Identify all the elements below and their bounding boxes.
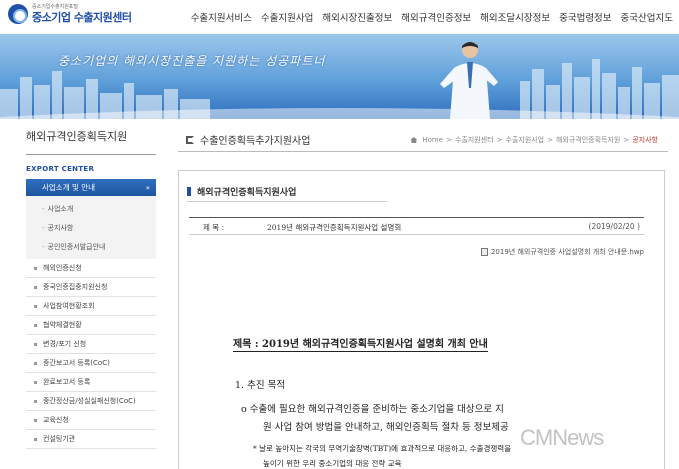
sidebar-item-china-cert-apply[interactable]: 중국인증집중지원신청 [26, 278, 156, 297]
nav-item-certification[interactable]: 해외규격인증정보 [401, 10, 471, 24]
submenu-item-label: 사업소개 [47, 204, 74, 213]
content-header: 수출인증획득추가지원사업 Home > 수출지원센터 > 수출지원사업 > 해외… [178, 130, 668, 152]
divider [187, 201, 387, 202]
sidebar-item-overseas-cert-apply[interactable]: 해외인증신청 [26, 259, 156, 278]
page-title-text: 수출인증획득추가지원사업 [200, 136, 311, 147]
top-bar: 중소기업수출지원포털 중소기업 수출지원센터 수출지원서비스 수출지원사업 해외… [0, 0, 679, 34]
attachment-filename: 2019년 해외규격인증 사업설명회 개최 안내문.hwp [490, 248, 644, 256]
sidebar-item-consulting[interactable]: 컨설팅기관 [26, 430, 156, 449]
subject-label: 제 목 : [203, 223, 225, 232]
home-icon [410, 137, 418, 143]
sidebar-item-label: 변경/포기 신청 [43, 340, 87, 348]
sidebar-item-participation-status[interactable]: 사업참여현황조회 [26, 297, 156, 316]
sidebar-item-label: 사업참여현황조회 [43, 302, 95, 310]
sidebar-item-interim-report[interactable]: 중간보고서 등록(CoC) [26, 354, 156, 373]
nav-item-china-industry-map[interactable]: 중국산업지도 [621, 10, 673, 24]
nav-item-overseas-market[interactable]: 해외시장진출정보 [322, 10, 392, 24]
breadcrumb-current: 공지사항 [632, 136, 658, 144]
document-paragraph: 원 사업 참여 방법을 안내하고, 해외인증획득 절차 등 정보제공 [263, 422, 509, 433]
sidebar-item-label: 컨설팅기관 [43, 435, 76, 443]
post-subject: 2019년 해외규격인증획득지원사업 설명회 [267, 223, 402, 232]
submenu-item-notices[interactable]: - 공지사항 [26, 218, 156, 237]
global-nav: 수출지원서비스 수출지원사업 해외시장진출정보 해외규격인증정보 해외조달시장정… [191, 10, 673, 24]
sidebar-item-program-intro[interactable]: 사업소개 및 안내 » [26, 179, 156, 196]
logo-title: 중소기업 수출지원센터 [32, 11, 132, 24]
nav-item-china-law[interactable]: 중국법령정보 [559, 10, 611, 24]
sidebar-subtitle: EXPORT CENTER [26, 165, 95, 173]
sidebar-item-label: 교육신청 [43, 416, 69, 424]
sidebar-item-label: 중국인증집중지원신청 [43, 283, 108, 291]
file-icon [480, 248, 488, 256]
page-title: 수출인증획득추가지원사업 [186, 132, 310, 147]
sidebar-item-label: 사업소개 및 안내 [42, 183, 96, 192]
breadcrumb: Home > 수출지원센터 > 수출지원사업 > 해외규격인증획득지원 > 공지… [410, 135, 658, 145]
bullet-icon [34, 285, 37, 289]
breadcrumb-item[interactable]: 해외규격인증획득지원 [556, 135, 620, 145]
sidebar-item-training[interactable]: 교육신청 [26, 411, 156, 430]
document-note: 높이기 위한 우리 중소기업의 대응 전략 교육 [263, 459, 402, 468]
submenu-item-label: 공지사항 [47, 223, 74, 232]
submenu-item-program-overview[interactable]: - 사업소개 [26, 199, 156, 218]
bullet-icon [34, 342, 37, 346]
sidebar-item-label: 중간보고서 등록(CoC) [43, 359, 110, 367]
site-logo[interactable]: 중소기업수출지원포털 중소기업 수출지원센터 [8, 4, 132, 24]
bullet-icon [34, 323, 37, 327]
post-subject-row: 제 목 : 2019년 해외규격인증획득지원사업 설명회 (2019/02/20… [189, 217, 644, 235]
hero-banner: 중소기업의 해외시장진출을 지원하는 성공파트너 [0, 34, 679, 119]
logo-subtitle: 중소기업수출지원포털 [32, 4, 79, 10]
section-title-text: 해외규격인증획득지원사업 [197, 188, 297, 198]
bullet-icon [34, 380, 37, 384]
news-watermark: CMNews [520, 425, 604, 450]
businessman-image [440, 42, 498, 119]
sidebar-item-change-request[interactable]: 변경/포기 신청 [26, 335, 156, 354]
bullet-icon [34, 266, 37, 270]
sidebar-item-label: 중간정산금/성실실패신청(CoC) [43, 397, 136, 405]
document-paragraph: o 수출에 필요한 해외규격인증을 준비하는 중소기업을 대상으로 지 [241, 404, 504, 415]
breadcrumb-item[interactable]: 수출지원사업 [505, 135, 544, 145]
bullet-icon [34, 304, 37, 308]
sidebar-item-interim-settlement[interactable]: 중간정산금/성실실패신청(CoC) [26, 392, 156, 411]
logo-icon [8, 4, 28, 24]
sidebar-title: 해외규격인증획득지원 [26, 128, 156, 155]
breadcrumb-home[interactable]: Home [422, 136, 443, 144]
sidebar-item-label: 완료보고서 등록 [43, 378, 91, 386]
banner-slogan: 중소기업의 해외시장진출을 지원하는 성공파트너 [58, 54, 326, 68]
submenu-item-certificate-guide[interactable]: - 공인인증서발급안내 [26, 237, 156, 256]
sidebar: 해외규격인증획득지원 EXPORT CENTER 사업소개 및 안내 » - 사업… [26, 128, 156, 449]
sidebar-item-label: 해외인증신청 [43, 264, 82, 272]
double-chevron-right-icon: » [145, 183, 150, 192]
breadcrumb-item[interactable]: 수출지원센터 [455, 135, 494, 145]
nav-item-procurement[interactable]: 해외조달시장정보 [480, 10, 550, 24]
submenu-item-label: 공인인증서발급안내 [47, 242, 106, 251]
document-heading: 1. 추진 목적 [235, 380, 286, 391]
bullet-icon [34, 437, 37, 441]
bullet-icon [34, 361, 37, 365]
section-title: 해외규격인증획득지원사업 [187, 185, 296, 198]
sidebar-item-label: 협약체결현황 [43, 321, 82, 329]
sidebar-submenu: - 사업소개 - 공지사항 - 공인인증서발급안내 [26, 196, 156, 259]
nav-item-export-programs[interactable]: 수출지원사업 [261, 10, 313, 24]
nav-item-export-services[interactable]: 수출지원서비스 [191, 10, 252, 24]
section-marker-icon [187, 187, 191, 196]
title-bracket-icon [186, 135, 194, 144]
sidebar-item-agreement-status[interactable]: 협약체결현황 [26, 316, 156, 335]
bullet-icon [34, 399, 37, 403]
sidebar-item-final-report[interactable]: 완료보고서 등록 [26, 373, 156, 392]
attachment-link[interactable]: 2019년 해외규격인증 사업설명회 개최 안내문.hwp [480, 247, 644, 257]
document-note: * 날로 높아지는 각국의 무역기술장벽(TBT)에 효과적으로 대응하고, 수… [253, 444, 512, 453]
document-title: 제목 : 2019년 해외규격인증획득지원사업 설명회 개최 안내 [233, 335, 488, 352]
bullet-icon [34, 418, 37, 422]
post-date: (2019/02/20 ) [588, 222, 640, 231]
